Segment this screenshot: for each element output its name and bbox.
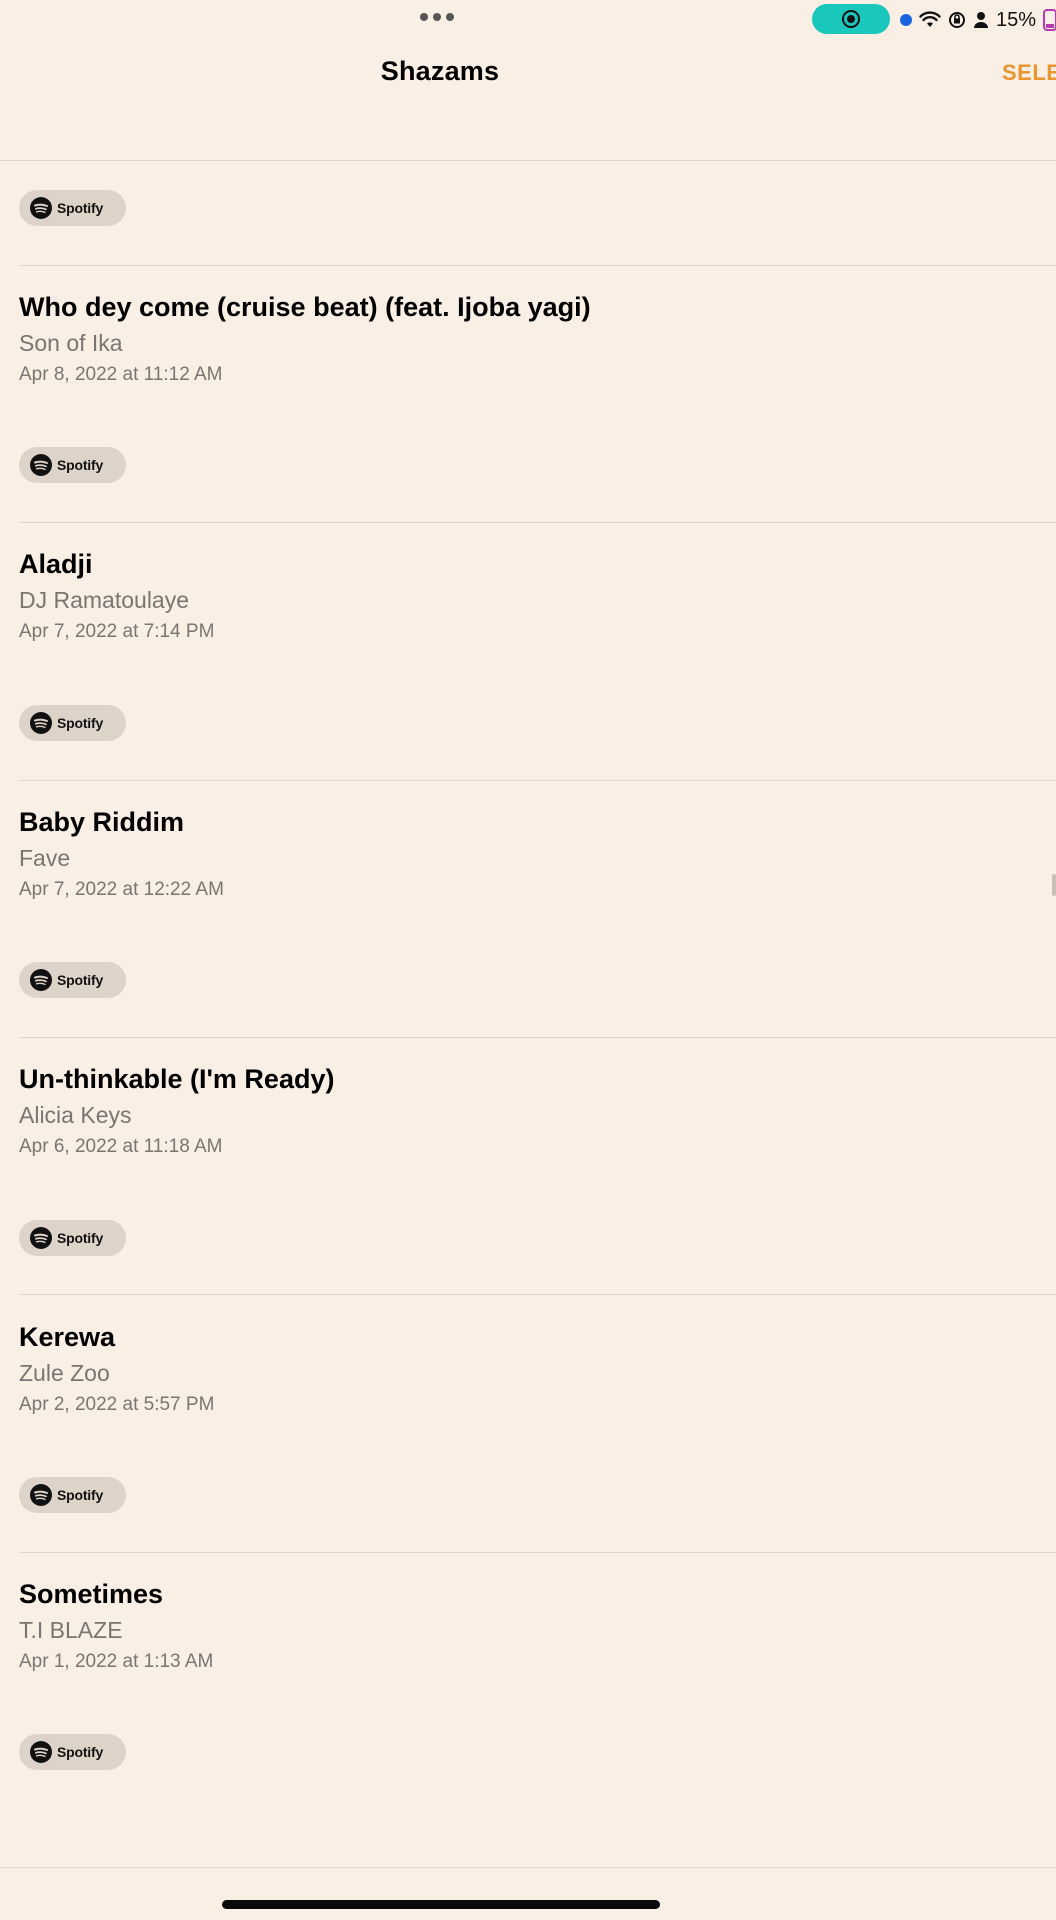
song-date: Apr 6, 2022 at 11:18 AM	[19, 1136, 223, 1157]
spotify-button[interactable]: Spotify	[19, 962, 126, 998]
spotify-label: Spotify	[57, 1487, 104, 1503]
song-artist: Fave	[19, 845, 71, 871]
divider	[19, 1037, 1056, 1038]
spotify-icon	[30, 712, 52, 734]
spotify-icon	[30, 969, 52, 991]
divider	[19, 265, 1056, 266]
song-title: Kerewa	[19, 1322, 116, 1352]
song-title: Aladji	[19, 549, 93, 579]
song-date: Apr 8, 2022 at 11:12 AM	[19, 364, 223, 385]
location-dot-icon	[900, 14, 912, 26]
divider	[19, 1294, 1056, 1295]
spotify-icon	[30, 1484, 52, 1506]
song-title: Baby Riddim	[19, 807, 185, 837]
list-item[interactable]: Who dey come (cruise beat) (feat. Ijoba …	[19, 290, 1019, 388]
list-item[interactable]: Sometimes T.I BLAZE Apr 1, 2022 at 1:13 …	[19, 1577, 1019, 1675]
orientation-lock-icon	[949, 12, 965, 28]
spotify-button[interactable]: Spotify	[19, 1734, 126, 1770]
page-title: Shazams	[380, 56, 500, 86]
song-artist: DJ Ramatoulaye	[19, 587, 190, 613]
spotify-label: Spotify	[57, 457, 104, 473]
spotify-label: Spotify	[57, 200, 104, 216]
divider	[19, 780, 1056, 781]
more-dots-icon[interactable]	[420, 13, 454, 21]
song-date: Apr 7, 2022 at 7:14 PM	[19, 621, 215, 642]
scroll-indicator	[1052, 874, 1056, 896]
person-icon	[974, 12, 988, 28]
spotify-button[interactable]: Spotify	[19, 705, 126, 741]
spotify-icon	[30, 454, 52, 476]
song-title: Sometimes	[19, 1579, 164, 1609]
spotify-label: Spotify	[57, 1744, 104, 1760]
select-button[interactable]: SELE	[1002, 60, 1056, 86]
status-icons: 15%	[900, 6, 1056, 34]
song-artist: Alicia Keys	[19, 1102, 132, 1128]
list-item[interactable]: Kerewa Zule Zoo Apr 2, 2022 at 5:57 PM	[19, 1320, 1019, 1418]
list-item[interactable]: Aladji DJ Ramatoulaye Apr 7, 2022 at 7:1…	[19, 547, 1019, 645]
list-item[interactable]: Baby Riddim Fave Apr 7, 2022 at 12:22 AM	[19, 805, 1019, 903]
spotify-button[interactable]: Spotify	[19, 1220, 126, 1256]
spotify-icon	[30, 1227, 52, 1249]
battery-percent: 15%	[996, 8, 1037, 31]
song-artist: Son of Ika	[19, 330, 123, 356]
divider	[19, 1552, 1056, 1553]
home-indicator[interactable]	[222, 1900, 660, 1909]
divider	[0, 160, 1056, 161]
spotify-label: Spotify	[57, 1230, 104, 1246]
spotify-button[interactable]: Spotify	[19, 447, 126, 483]
divider	[0, 1867, 1056, 1868]
spotify-button[interactable]: Spotify	[19, 1477, 126, 1513]
wifi-icon	[919, 11, 941, 27]
spotify-button[interactable]: Spotify	[19, 190, 126, 226]
list-item[interactable]: Un-thinkable (I'm Ready) Alicia Keys Apr…	[19, 1062, 1019, 1160]
song-artist: Zule Zoo	[19, 1360, 110, 1386]
divider	[19, 522, 1056, 523]
song-date: Apr 2, 2022 at 5:57 PM	[19, 1394, 215, 1415]
battery-icon	[1043, 9, 1056, 31]
song-title: Un-thinkable (I'm Ready)	[19, 1064, 335, 1094]
song-date: Apr 7, 2022 at 12:22 AM	[19, 879, 224, 900]
song-title: Who dey come (cruise beat) (feat. Ijoba …	[19, 292, 591, 322]
spotify-icon	[30, 197, 52, 219]
status-bar: 15%	[0, 0, 1056, 40]
screen-record-icon[interactable]	[812, 4, 890, 34]
spotify-label: Spotify	[57, 972, 104, 988]
song-artist: T.I BLAZE	[19, 1617, 123, 1643]
spotify-icon	[30, 1741, 52, 1763]
spotify-label: Spotify	[57, 715, 104, 731]
song-date: Apr 1, 2022 at 1:13 AM	[19, 1651, 214, 1672]
